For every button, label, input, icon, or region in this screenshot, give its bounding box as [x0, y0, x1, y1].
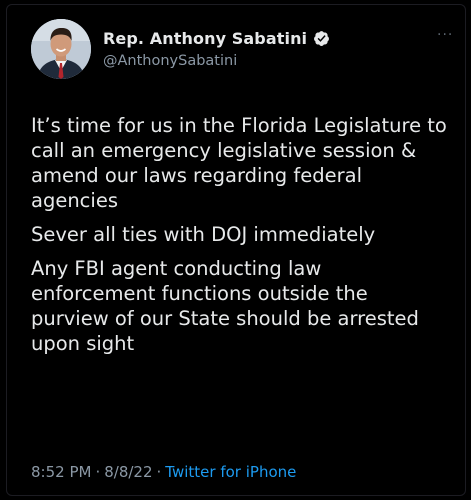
more-options-icon[interactable]: ··· — [437, 27, 453, 43]
profile-photo-image — [31, 19, 91, 79]
tweet-text: It’s time for us in the Florida Legislat… — [31, 113, 451, 365]
tweet-date[interactable]: 8/8/22 — [104, 463, 152, 481]
verified-badge-icon — [314, 31, 330, 46]
author-handle[interactable]: @AnthonySabatini — [103, 53, 237, 69]
tweet-meta: 8:52 PM · 8/8/22 · Twitter for iPhone — [31, 463, 296, 481]
tweet-source-link[interactable]: Twitter for iPhone — [165, 463, 296, 481]
tweet-paragraph-1: It’s time for us in the Florida Legislat… — [31, 114, 447, 212]
tweet-paragraph-3: Any FBI agent conducting law enforcement… — [31, 257, 419, 355]
author-name-row[interactable]: Rep. Anthony Sabatini — [103, 29, 330, 48]
avatar[interactable] — [31, 19, 91, 79]
meta-separator: · — [95, 463, 101, 481]
tweet-card: Rep. Anthony Sabatini @AnthonySabatini ·… — [6, 4, 466, 496]
author-name[interactable]: Rep. Anthony Sabatini — [103, 29, 307, 48]
tweet-paragraph-2: Sever all ties with DOJ immediately — [31, 223, 376, 246]
meta-separator-2: · — [156, 463, 162, 481]
tweet-time[interactable]: 8:52 PM — [31, 463, 91, 481]
